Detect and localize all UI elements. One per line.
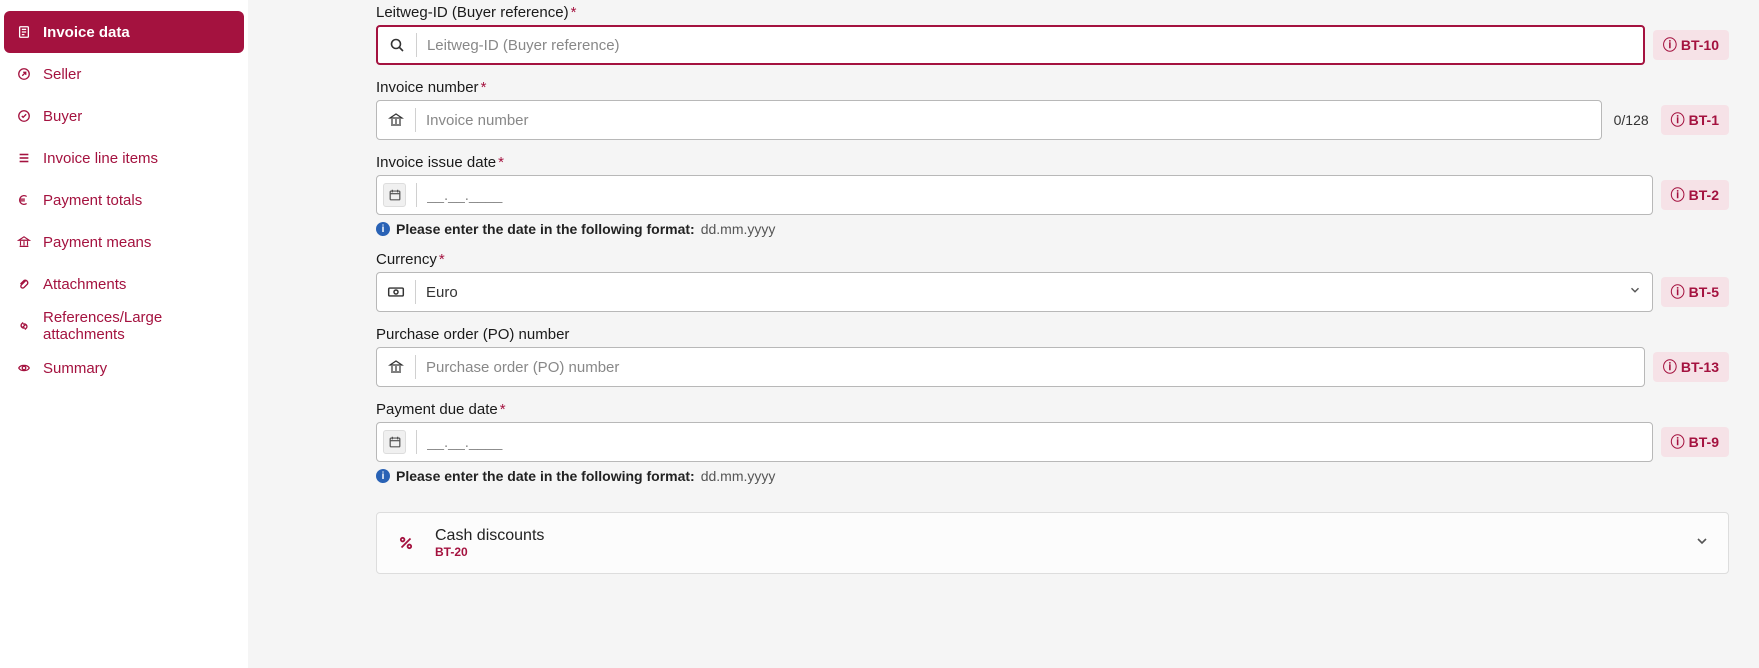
- issue-date-input[interactable]: [427, 187, 1641, 204]
- po-number-label: Purchase order (PO) number: [376, 326, 1729, 343]
- sidebar-item-references[interactable]: References/Large attachments: [4, 305, 244, 347]
- invoice-number-label: Invoice number*: [376, 79, 1729, 96]
- info-icon: ⓘ: [1663, 357, 1677, 377]
- calendar-icon[interactable]: [383, 430, 406, 454]
- sidebar-item-label: References/Large attachments: [43, 309, 232, 343]
- paperclip-icon: [16, 276, 32, 292]
- invoice-number-counter: 0/128: [1610, 112, 1653, 128]
- issue-date-hint: i Please enter the date in the following…: [376, 221, 1729, 237]
- main-content: Leitweg-ID (Buyer reference)* ⓘ BT-10 In…: [248, 0, 1759, 668]
- cash-discounts-bt: BT-20: [435, 545, 544, 559]
- leitweg-input[interactable]: [427, 37, 1633, 54]
- sidebar-item-label: Payment means: [43, 234, 151, 251]
- info-icon: ⓘ: [1671, 432, 1685, 452]
- invoice-number-input-group[interactable]: [376, 100, 1602, 140]
- bank-icon: [387, 111, 405, 129]
- due-date-hint: i Please enter the date in the following…: [376, 468, 1729, 484]
- info-icon: ⓘ: [1663, 35, 1677, 55]
- info-icon: i: [376, 469, 390, 483]
- sidebar-item-label: Buyer: [43, 108, 82, 125]
- sidebar-item-summary[interactable]: Summary: [4, 347, 244, 389]
- sidebar-item-label: Summary: [43, 360, 107, 377]
- sidebar-item-payment-totals[interactable]: Payment totals: [4, 179, 244, 221]
- bt-badge-po-number[interactable]: ⓘ BT-13: [1653, 352, 1729, 382]
- sidebar-item-invoice-data[interactable]: Invoice data: [4, 11, 244, 53]
- link-icon: [16, 318, 32, 334]
- currency-value: Euro: [426, 284, 1618, 301]
- po-number-input[interactable]: [426, 359, 1634, 376]
- sidebar-item-payment-means[interactable]: Payment means: [4, 221, 244, 263]
- sidebar-item-label: Invoice data: [43, 24, 130, 41]
- po-number-input-group[interactable]: [376, 347, 1645, 387]
- percent-icon: [395, 532, 417, 554]
- chevron-down-icon: [1694, 533, 1710, 554]
- euro-icon: [16, 192, 32, 208]
- currency-select[interactable]: Euro: [376, 272, 1653, 312]
- leitweg-label: Leitweg-ID (Buyer reference)*: [376, 4, 1729, 21]
- issue-date-input-group[interactable]: [376, 175, 1653, 215]
- list-icon: [16, 150, 32, 166]
- cash-icon: [387, 283, 405, 301]
- sidebar-item-line-items[interactable]: Invoice line items: [4, 137, 244, 179]
- bt-badge-issue-date[interactable]: ⓘ BT-2: [1661, 180, 1729, 210]
- bt-badge-leitweg[interactable]: ⓘ BT-10: [1653, 30, 1729, 60]
- check-circle-icon: [16, 108, 32, 124]
- sidebar-item-attachments[interactable]: Attachments: [4, 263, 244, 305]
- sidebar-item-label: Seller: [43, 66, 81, 83]
- sidebar-item-seller[interactable]: Seller: [4, 53, 244, 95]
- cash-discounts-panel[interactable]: Cash discounts BT-20: [376, 512, 1729, 574]
- sidebar-item-buyer[interactable]: Buyer: [4, 95, 244, 137]
- sidebar-item-label: Payment totals: [43, 192, 142, 209]
- calendar-icon[interactable]: [383, 183, 406, 207]
- due-date-input[interactable]: [427, 434, 1641, 451]
- sidebar: Invoice data Seller Buyer Invoice line i…: [0, 0, 248, 668]
- due-date-input-group[interactable]: [376, 422, 1653, 462]
- info-icon: ⓘ: [1671, 110, 1685, 130]
- bt-badge-currency[interactable]: ⓘ BT-5: [1661, 277, 1729, 307]
- sidebar-item-label: Attachments: [43, 276, 126, 293]
- arrow-out-icon: [16, 66, 32, 82]
- issue-date-label: Invoice issue date*: [376, 154, 1729, 171]
- leitweg-input-group[interactable]: [376, 25, 1645, 65]
- chevron-down-icon: [1628, 283, 1642, 302]
- cash-discounts-title: Cash discounts: [435, 527, 544, 545]
- bt-badge-invoice-number[interactable]: ⓘ BT-1: [1661, 105, 1729, 135]
- search-icon: [388, 36, 406, 54]
- sidebar-item-label: Invoice line items: [43, 150, 158, 167]
- due-date-label: Payment due date*: [376, 401, 1729, 418]
- bank-icon: [16, 234, 32, 250]
- currency-label: Currency*: [376, 251, 1729, 268]
- eye-icon: [16, 360, 32, 376]
- invoice-number-input[interactable]: [426, 112, 1591, 129]
- bt-badge-due-date[interactable]: ⓘ BT-9: [1661, 427, 1729, 457]
- document-icon: [16, 24, 32, 40]
- info-icon: ⓘ: [1671, 282, 1685, 302]
- info-icon: ⓘ: [1671, 185, 1685, 205]
- info-icon: i: [376, 222, 390, 236]
- bank-icon: [387, 358, 405, 376]
